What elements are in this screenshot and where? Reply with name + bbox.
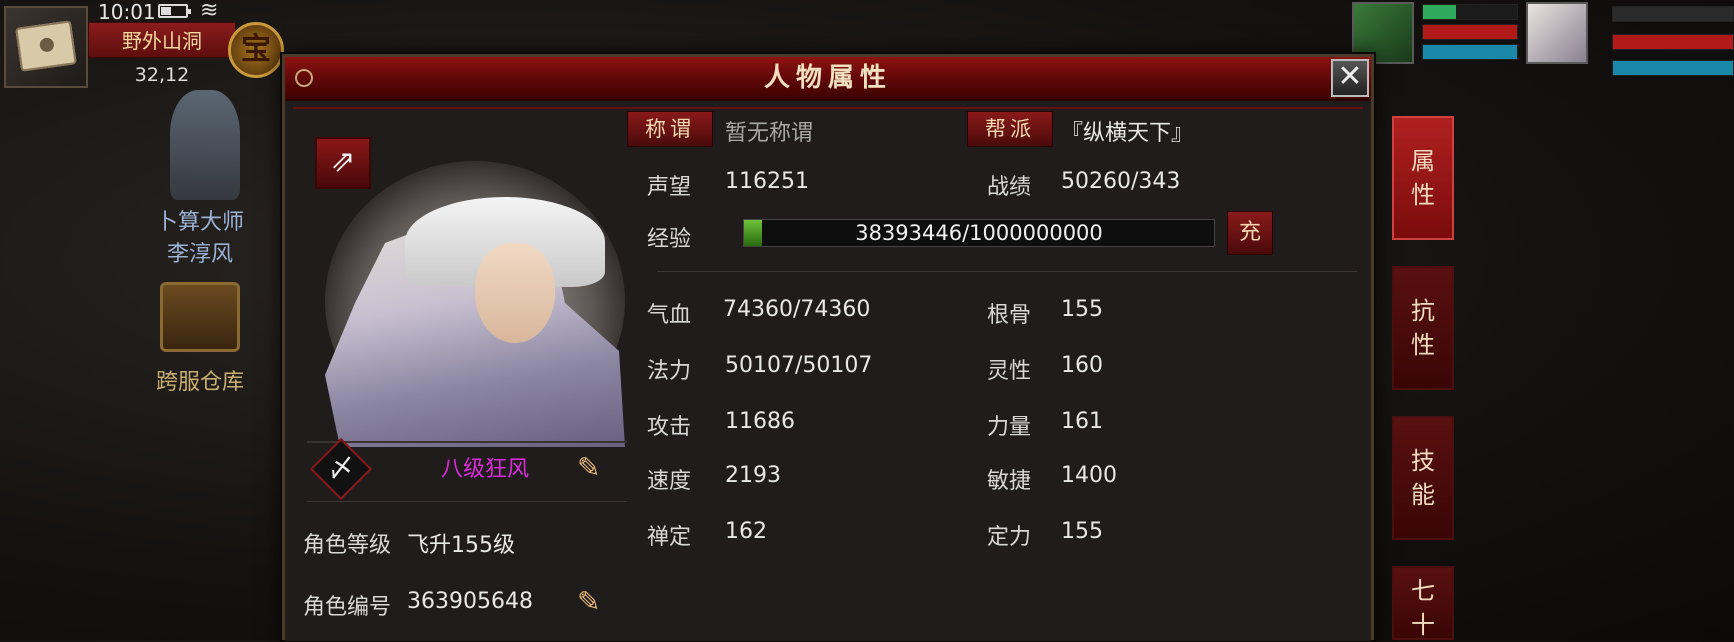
record-label: 战绩 [987,175,1032,200]
stat-value: 155 [1061,297,1103,322]
exp-bar: 38393446/1000000000 [743,219,1215,247]
player-mp-bar [1612,60,1734,76]
exp-charge-button[interactable]: 充 [1227,211,1273,255]
stat-value: 161 [1061,409,1103,434]
guild-value: 『纵横天下』 [1061,121,1194,146]
share-button[interactable]: ⇗ [315,137,371,189]
minimap-button[interactable] [4,6,88,88]
tab-seventy-two[interactable]: 七十 [1392,566,1454,640]
stat-label: 禅定 [647,525,692,550]
stat-label: 灵性 [987,359,1032,384]
title-value: 暂无称谓 [725,121,814,146]
stat-value: 74360/74360 [723,297,871,322]
stat-value: 2193 [725,463,781,488]
npc-name[interactable]: 李淳风 [130,236,270,268]
npc-fortune-teller[interactable] [170,90,240,200]
panel-title: 人物属性 [763,63,892,93]
wifi-icon: ≋ [200,0,219,23]
stat-value: 50107/50107 [725,353,873,378]
edit-sect-icon[interactable]: ✎ [577,451,600,484]
stat-label: 法力 [647,359,692,384]
stat-value: 162 [725,519,767,544]
divider [307,501,627,502]
player-hp-bar [1612,34,1734,50]
stat-value: 1400 [1061,463,1117,488]
exp-value: 38393446/1000000000 [855,221,1103,245]
reputation-label: 声望 [647,175,692,200]
tab-attributes[interactable]: 属性 [1392,116,1454,240]
level-label: 角色等级 [303,533,392,558]
id-value: 363905648 [407,589,533,614]
character-attributes-panel: 人物属性 ✕ ⇗ 〆 八级狂风 ✎ 角色等级 飞升155级 角色编号 36390… [282,54,1374,641]
location-coords: 32,12 [134,64,190,86]
treasure-button[interactable]: 宝 [228,22,284,78]
exp-label: 经验 [647,227,692,252]
stat-value: 160 [1061,353,1103,378]
stat-value: 155 [1061,519,1103,544]
divider [307,441,627,443]
close-button[interactable]: ✕ [1331,59,1369,97]
cross-server-storage-label[interactable]: 跨服仓库 [140,364,260,396]
location-name[interactable]: 野外山洞 [88,22,236,58]
tab-resistance[interactable]: 抗性 [1392,266,1454,390]
party-member-mp-bar [1422,44,1518,60]
reputation-value: 116251 [725,169,809,194]
stat-label: 定力 [987,525,1032,550]
party-member-hp-bar-red [1422,24,1518,40]
level-value: 飞升155级 [407,533,515,558]
stat-label: 根骨 [987,303,1032,328]
sect-rank-name: 八级狂风 [440,457,529,482]
tab-skills[interactable]: 技能 [1392,416,1454,540]
clock: 10:01 [98,0,156,24]
title-button[interactable]: 称谓 [627,111,713,147]
battery-icon [158,4,191,18]
cross-server-storage-chest[interactable] [160,282,240,352]
npc-title[interactable]: 卜算大师 [130,204,270,236]
stat-label: 力量 [987,415,1032,440]
panel-title-bar: 人物属性 ✕ [285,57,1371,101]
character-face [475,243,555,343]
stat-label: 速度 [647,469,692,494]
stat-label: 攻击 [647,415,692,440]
stat-label: 敏捷 [987,469,1032,494]
id-label: 角色编号 [303,595,392,620]
map-scroll-icon [15,20,77,72]
guild-button[interactable]: 帮派 [967,111,1053,147]
divider [657,271,1357,272]
copy-id-icon[interactable]: ✎ [577,585,600,618]
player-hp-track [1612,6,1734,22]
party-member-hp-bar [1422,4,1518,20]
share-icon: ⇗ [330,144,356,179]
record-value: 50260/343 [1061,169,1181,194]
stat-label: 气血 [647,303,692,328]
stat-value: 11686 [725,409,795,434]
player-portrait[interactable] [1526,2,1588,64]
